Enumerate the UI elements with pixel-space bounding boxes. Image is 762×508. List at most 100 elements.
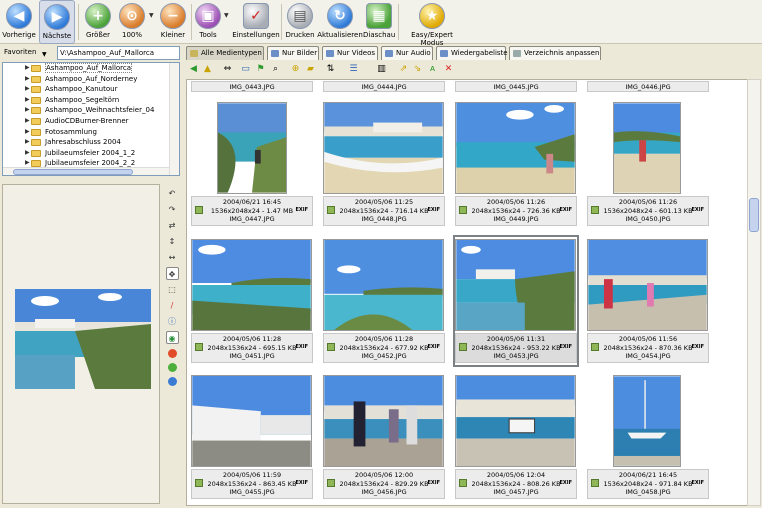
find-folder-icon[interactable]: ⊕ [290, 64, 301, 75]
previous-button[interactable]: ◀ Vorherige [0, 0, 38, 44]
settings-icon: ✓ [243, 3, 269, 29]
tab-videos-only[interactable]: Nur Videos [322, 46, 378, 60]
new-folder-icon[interactable]: ▰ [305, 64, 316, 75]
next-button[interactable]: ▶ Nächste [39, 0, 75, 44]
folder-icon [31, 128, 41, 136]
tab-customize-folder[interactable]: Verzeichnis anpassen [509, 46, 601, 60]
zoom-dropdown-arrow[interactable]: ▼ [149, 12, 154, 19]
pen-icon[interactable]: / [166, 299, 179, 312]
exif-badge: EXIF [691, 344, 704, 350]
slideshow-button[interactable]: ▦ Diaschau [363, 0, 395, 44]
image-file-icon [459, 479, 467, 487]
image-file-icon [195, 479, 203, 487]
thumbnail-item[interactable]: EXIF 2004/05/06 12:00 2048x1536x24 - 829.2… [323, 373, 445, 501]
exif-badge: EXIF [427, 344, 440, 350]
tree-item[interactable]: ▶ Jubilaeumsfeier 2004_1_2 [3, 148, 179, 159]
zoom-100-button[interactable]: ⊙ 100% [116, 0, 148, 44]
thumbnail-item[interactable]: EXIF 2004/06/21 16:45 1536x2048x24 - 1.47 … [191, 100, 313, 228]
chevron-down-icon[interactable]: ▼ [42, 51, 47, 58]
fit-width-icon[interactable]: ↔ [166, 251, 179, 264]
bookmark-icon[interactable]: ⚑ [255, 64, 266, 75]
arrow-right-icon: ▶ [44, 4, 70, 30]
path-input[interactable]: V:\Ashampoo_Auf_Mallorca [57, 46, 180, 60]
info-icon[interactable]: ⓘ [166, 315, 179, 328]
exif-badge: EXIF [427, 480, 440, 486]
expand-icon[interactable]: ⇔ [222, 64, 233, 75]
thumbnail-caption: EXIF 2004/06/21 16:45 1536x2048x24 - 971.8… [587, 469, 709, 499]
thumbnail-item[interactable]: EXIF 2004/05/06 11:28 2048x1536x24 - 695.1… [191, 237, 313, 365]
rotate-left-icon[interactable]: ↶ [166, 187, 179, 200]
easy-expert-mode-button[interactable]: ★ Easy/Expert Modus [400, 0, 464, 47]
print-button[interactable]: ▤ Drucken [284, 0, 316, 44]
file-caption[interactable]: IMG_0445.JPG [455, 81, 577, 92]
file-caption[interactable]: IMG_0443.JPG [191, 81, 313, 92]
thumbnail-item-selected[interactable]: EXIF 2004/05/06 11:31 2048x1536x24 - 953.2… [453, 235, 579, 367]
tree-item[interactable]: ▶ Ashampoo_Auf_Mallorca [3, 63, 179, 74]
flip-icon[interactable]: ⇄ [166, 219, 179, 232]
tree-item[interactable]: ▶ AudioCDBurner-Brenner [3, 116, 179, 127]
tree-item[interactable]: ▶ Fotosammlung [3, 127, 179, 138]
thumbnail-item[interactable]: EXIF 2004/05/06 12:04 2048x1536x24 - 808.2… [455, 373, 577, 501]
file-caption[interactable]: IMG_0444.JPG [323, 81, 445, 92]
thumbnail-caption: EXIF 2004/05/06 11:28 2048x1536x24 - 677.9… [323, 333, 445, 363]
favorites-dropdown[interactable]: Favoriten [4, 48, 36, 56]
thumbnail-item[interactable]: EXIF 2004/06/21 16:45 1536x2048x24 - 971.8… [587, 373, 709, 501]
folder-icon [31, 75, 41, 83]
tree-item[interactable]: ▶ Jahresabschluss 2004 [3, 137, 179, 148]
tree-item[interactable]: ▶ Ashampoo_Kanutour [3, 84, 179, 95]
file-caption[interactable]: IMG_0446.JPG [587, 81, 709, 92]
delete-icon[interactable]: ✕ [443, 64, 454, 75]
back-icon[interactable]: ◀ [188, 64, 199, 75]
thumbnail-item[interactable]: EXIF 2004/05/06 11:59 2048x1536x24 - 863.4… [191, 373, 313, 501]
view-icon[interactable]: ▭ [240, 64, 251, 75]
refresh-icon: ↻ [327, 3, 353, 29]
tools-button[interactable]: ▣ Tools [193, 0, 223, 44]
details-icon[interactable]: ▥ [376, 64, 387, 75]
settings-button[interactable]: ✓ Einstellungen [232, 0, 280, 44]
thumbnail-item[interactable]: EXIF 2004/05/06 11:56 2048x1536x24 - 870.3… [587, 237, 709, 365]
tab-audio-only[interactable]: Nur Audio [381, 46, 433, 60]
tab-all-media[interactable]: Alle Medientypen [186, 46, 264, 60]
tree-vertical-scrollbar[interactable] [169, 63, 179, 175]
zoom-out-button[interactable]: − Kleiner [157, 0, 189, 44]
tree-item[interactable]: ▶ Ashampoo_Auf_Norderney [3, 74, 179, 85]
tree-item[interactable]: ▶ Ashampoo_Segeltörn [3, 95, 179, 106]
image-file-icon [591, 479, 599, 487]
globe-icon[interactable]: ◉ [165, 331, 179, 344]
refresh-button[interactable]: ↻ Aktualisieren [317, 0, 363, 44]
folder-up-icon[interactable]: ▲ [202, 64, 213, 75]
tab-images-only[interactable]: Nur Bilder [267, 46, 319, 60]
zoom-in-icon: + [85, 3, 111, 29]
search-icon[interactable]: ⌕ [270, 64, 281, 75]
thumbnail-item[interactable]: EXIF 2004/05/06 11:26 2048x1536x24 - 726.3… [455, 100, 577, 228]
secondary-toolbar: ◀ ▲ ⇔ ▭ ⚑ ⌕ ⊕ ▰ ⇅ ☰ ▥ ⇗ ⇘ ᴀ ✕ [186, 62, 762, 78]
thumbnail-caption: EXIF 2004/05/06 11:56 2048x1536x24 - 870.3… [587, 333, 709, 363]
rotate-right-icon[interactable]: ↷ [166, 203, 179, 216]
left-panel: Favoriten ▼ V:\Ashampoo_Auf_Mallorca ▶ As… [0, 44, 182, 508]
thumbnail-item[interactable]: EXIF 2004/05/06 11:25 2048x1536x24 - 716.1… [323, 100, 445, 228]
image-file-icon [195, 206, 203, 214]
select-icon[interactable]: ⬚ [166, 283, 179, 296]
zoom-in-button[interactable]: + Größer [82, 0, 114, 44]
green-dot-icon[interactable] [167, 363, 177, 372]
list-view-icon[interactable]: ☰ [348, 64, 359, 75]
thumbnail-caption: EXIF 2004/05/06 11:25 2048x1536x24 - 716.1… [323, 196, 445, 226]
folder-icon [31, 107, 41, 115]
gallery-vertical-scrollbar[interactable] [747, 79, 761, 506]
blue-dot-icon[interactable] [167, 377, 177, 386]
tools-dropdown-arrow[interactable]: ▼ [224, 12, 229, 19]
tree-horizontal-scrollbar[interactable] [3, 167, 169, 175]
red-dot-icon[interactable] [167, 349, 177, 358]
rename-icon[interactable]: ᴀ [427, 64, 438, 75]
scrollbar-thumb[interactable] [749, 198, 759, 232]
folder-tree[interactable]: ▶ Ashampoo_Auf_Mallorca ▶ Ashampoo_Auf_Nor… [2, 62, 180, 176]
thumbnail-item[interactable]: EXIF 2004/05/06 11:26 1536x2048x24 - 601.1… [587, 100, 709, 228]
move-to-folder-icon[interactable]: ⇘ [412, 64, 423, 75]
move-icon[interactable]: ✥ [165, 267, 179, 280]
tree-item[interactable]: ▶ Ashampoo_Weihnachtsfeier_04 [3, 105, 179, 116]
sort-icon[interactable]: ⇅ [325, 64, 336, 75]
copy-to-folder-icon[interactable]: ⇗ [398, 64, 409, 75]
thumbnail-item[interactable]: EXIF 2004/05/06 11:28 2048x1536x24 - 677.9… [323, 237, 445, 365]
fit-height-icon[interactable]: ↕ [166, 235, 179, 248]
tab-playlist[interactable]: Wiedergabeliste [436, 46, 508, 60]
